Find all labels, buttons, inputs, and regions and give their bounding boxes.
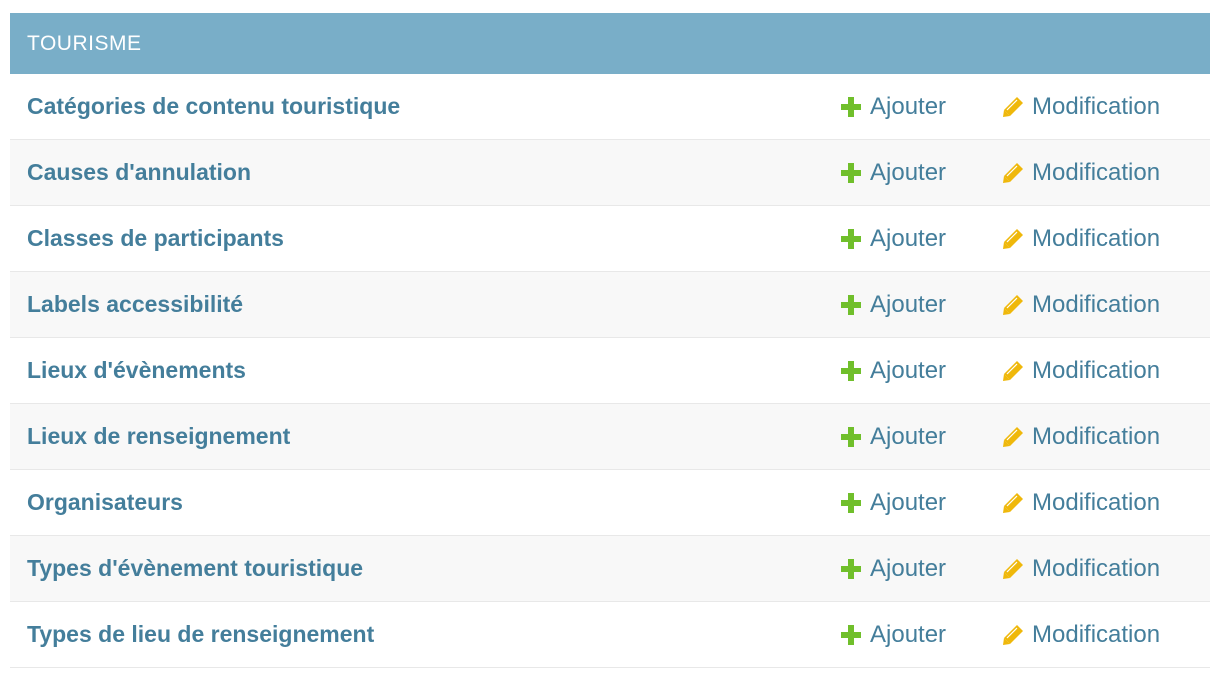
pencil-icon [1002, 96, 1024, 118]
model-link[interactable]: Types de lieu de renseignement [27, 602, 374, 667]
model-link[interactable]: Labels accessibilité [27, 272, 243, 337]
model-link[interactable]: Types d'évènement touristique [27, 536, 363, 601]
module-title[interactable]: TOURISME [27, 32, 141, 55]
add-link[interactable]: Ajouter [840, 338, 946, 403]
add-link[interactable]: Ajouter [840, 140, 946, 205]
plus-icon [840, 228, 862, 250]
change-link[interactable]: Modification [1002, 338, 1160, 403]
model-link[interactable]: Classes de participants [27, 206, 284, 271]
module-header[interactable]: TOURISME [10, 13, 1210, 74]
model-row: Labels accessibilité Ajouter Modificatio… [10, 272, 1210, 338]
plus-icon [840, 558, 862, 580]
model-link[interactable]: Organisateurs [27, 470, 183, 535]
model-row: Causes d'annulation Ajouter Modification [10, 140, 1210, 206]
pencil-icon [1002, 492, 1024, 514]
add-link[interactable]: Ajouter [840, 74, 946, 139]
add-link[interactable]: Ajouter [840, 602, 946, 667]
model-row: Organisateurs Ajouter Modification [10, 470, 1210, 536]
plus-icon [840, 96, 862, 118]
change-link[interactable]: Modification [1002, 404, 1160, 469]
add-label: Ajouter [870, 621, 947, 648]
change-label: Modification [1032, 93, 1161, 120]
model-link[interactable]: Catégories de contenu touristique [27, 74, 400, 139]
add-link[interactable]: Ajouter [840, 206, 946, 271]
add-label: Ajouter [870, 291, 947, 318]
change-label: Modification [1032, 555, 1161, 582]
change-link[interactable]: Modification [1002, 602, 1160, 667]
change-link[interactable]: Modification [1002, 272, 1160, 337]
model-link[interactable]: Causes d'annulation [27, 140, 251, 205]
plus-icon [840, 624, 862, 646]
change-label: Modification [1032, 621, 1161, 648]
change-link[interactable]: Modification [1002, 206, 1160, 271]
plus-icon [840, 162, 862, 184]
change-link[interactable]: Modification [1002, 74, 1160, 139]
pencil-icon [1002, 624, 1024, 646]
plus-icon [840, 426, 862, 448]
change-label: Modification [1032, 291, 1161, 318]
change-label: Modification [1032, 423, 1161, 450]
model-row: Types d'évènement touristique Ajouter Mo… [10, 536, 1210, 602]
add-link[interactable]: Ajouter [840, 404, 946, 469]
add-label: Ajouter [870, 357, 947, 384]
change-label: Modification [1032, 225, 1161, 252]
add-link[interactable]: Ajouter [840, 272, 946, 337]
pencil-icon [1002, 558, 1024, 580]
add-label: Ajouter [870, 225, 947, 252]
plus-icon [840, 294, 862, 316]
plus-icon [840, 360, 862, 382]
change-link[interactable]: Modification [1002, 536, 1160, 601]
add-label: Ajouter [870, 93, 947, 120]
add-label: Ajouter [870, 489, 947, 516]
plus-icon [840, 492, 862, 514]
pencil-icon [1002, 162, 1024, 184]
model-list: Catégories de contenu touristique Ajoute… [10, 74, 1210, 668]
pencil-icon [1002, 360, 1024, 382]
model-link[interactable]: Lieux d'évènements [27, 338, 246, 403]
model-link[interactable]: Lieux de renseignement [27, 404, 290, 469]
change-link[interactable]: Modification [1002, 470, 1160, 535]
model-row: Classes de participants Ajouter Modifica… [10, 206, 1210, 272]
model-row: Types de lieu de renseignement Ajouter M… [10, 602, 1210, 668]
model-row: Lieux d'évènements Ajouter Modification [10, 338, 1210, 404]
add-label: Ajouter [870, 555, 947, 582]
add-link[interactable]: Ajouter [840, 536, 946, 601]
app-module-tourisme: TOURISME Catégories de contenu touristiq… [10, 13, 1210, 668]
model-row: Catégories de contenu touristique Ajoute… [10, 74, 1210, 140]
add-link[interactable]: Ajouter [840, 470, 946, 535]
pencil-icon [1002, 426, 1024, 448]
change-link[interactable]: Modification [1002, 140, 1160, 205]
add-label: Ajouter [870, 159, 947, 186]
change-label: Modification [1032, 357, 1161, 384]
change-label: Modification [1032, 159, 1161, 186]
pencil-icon [1002, 228, 1024, 250]
pencil-icon [1002, 294, 1024, 316]
change-label: Modification [1032, 489, 1161, 516]
model-row: Lieux de renseignement Ajouter Modificat… [10, 404, 1210, 470]
add-label: Ajouter [870, 423, 947, 450]
